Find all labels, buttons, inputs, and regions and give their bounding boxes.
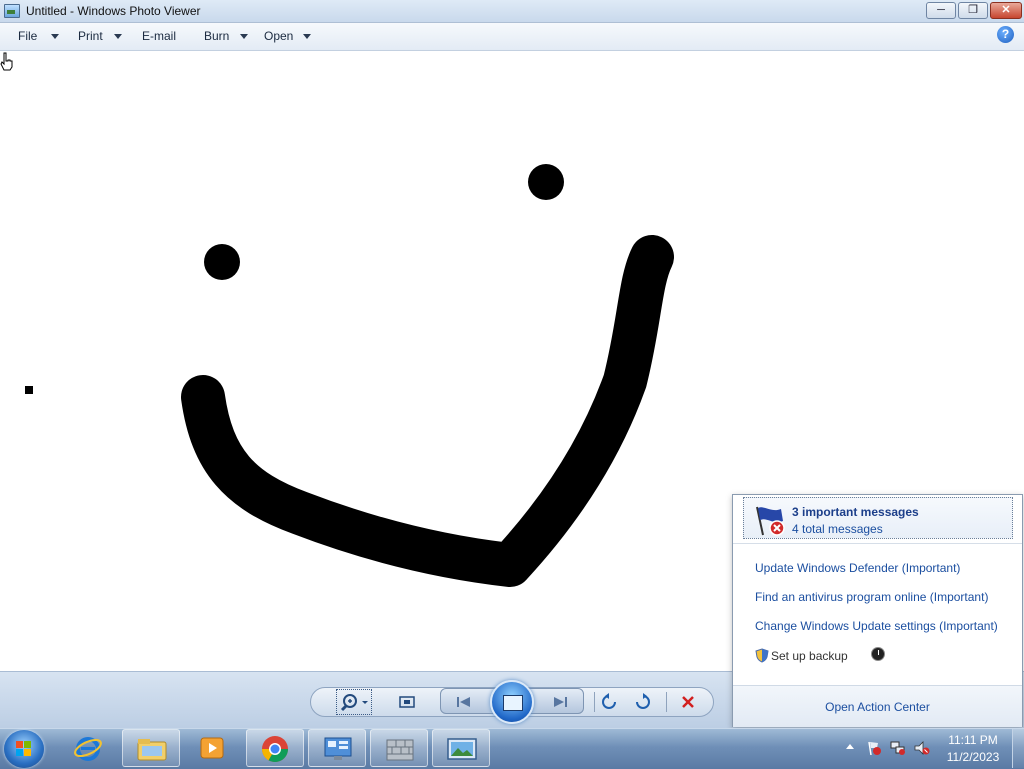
minimize-button[interactable]: ─	[926, 2, 956, 19]
taskbar-clock-time[interactable]: 11:11 PM	[940, 733, 1006, 747]
actual-size-button[interactable]	[396, 690, 418, 714]
previous-button[interactable]	[450, 690, 478, 714]
title-bar: Untitled - Windows Photo Viewer ─ ❐ ✕	[0, 0, 1024, 23]
start-button[interactable]	[4, 730, 44, 768]
brick-wall-icon	[386, 739, 414, 761]
media-player-icon	[200, 737, 224, 759]
taskbar-clock-date[interactable]: 11/2/2023	[940, 750, 1006, 764]
divider	[594, 692, 595, 712]
delete-x-icon	[682, 696, 694, 708]
right-eye-dot	[528, 164, 564, 200]
chevron-down-icon[interactable]	[51, 34, 59, 39]
taskbar-media-player[interactable]	[184, 729, 242, 767]
update-defender-link[interactable]: Update Windows Defender (Important)	[755, 561, 960, 575]
close-button[interactable]: ✕	[990, 2, 1022, 19]
action-center-flag-icon	[756, 506, 785, 536]
menu-burn[interactable]: Burn	[204, 29, 229, 43]
menu-open[interactable]: Open	[264, 29, 293, 43]
find-antivirus-link[interactable]: Find an antivirus program online (Import…	[755, 590, 988, 604]
action-center-popup: 3 important messages 4 total messages Up…	[732, 494, 1023, 727]
divider	[666, 692, 667, 712]
taskbar-internet-explorer[interactable]	[60, 729, 118, 767]
menu-print[interactable]: Print	[78, 29, 103, 43]
photo-viewer-app-icon[interactable]	[4, 4, 20, 18]
control-panel-icon	[324, 737, 352, 760]
window-title: Untitled - Windows Photo Viewer	[26, 4, 201, 18]
taskbar-firewall[interactable]	[370, 729, 428, 767]
help-icon[interactable]: ?	[997, 26, 1014, 43]
volume-muted-tray-icon[interactable]	[914, 741, 930, 755]
internet-explorer-icon	[74, 737, 102, 761]
next-button[interactable]	[546, 690, 574, 714]
total-messages-subtitle: 4 total messages	[792, 522, 883, 536]
restore-button[interactable]: ❐	[958, 2, 988, 19]
chrome-icon	[261, 736, 289, 763]
show-desktop-button[interactable]	[1012, 729, 1024, 768]
stray-pixel	[25, 386, 33, 394]
network-tray-icon[interactable]	[890, 741, 906, 755]
delete-button[interactable]	[676, 690, 700, 714]
magnifier-icon	[340, 694, 368, 712]
backup-clock-icon	[871, 647, 885, 661]
taskbar-photo-viewer[interactable]	[432, 729, 490, 767]
important-messages-title: 3 important messages	[792, 505, 919, 519]
windows-update-settings-link[interactable]: Change Windows Update settings (Importan…	[755, 619, 998, 633]
taskbar-control-panel[interactable]	[308, 729, 366, 767]
menu-file[interactable]: File	[18, 29, 37, 43]
folder-icon	[137, 739, 167, 761]
photo-viewer-icon	[447, 738, 477, 760]
fit-window-icon	[399, 696, 415, 708]
windows-logo-icon	[16, 741, 32, 757]
uac-shield-icon	[755, 648, 769, 663]
skip-next-icon	[554, 697, 567, 707]
set-up-backup-link[interactable]: Set up backup	[771, 649, 848, 663]
chevron-down-icon[interactable]	[303, 34, 311, 39]
left-eye-dot	[204, 244, 240, 280]
action-center-tray-icon[interactable]	[866, 741, 882, 755]
smile-stroke	[181, 235, 674, 587]
rotate-clockwise-icon	[636, 693, 650, 709]
chevron-down-icon[interactable]	[114, 34, 122, 39]
open-action-center-link[interactable]: Open Action Center	[733, 700, 1022, 714]
show-hidden-icons-arrow[interactable]	[846, 744, 854, 749]
slideshow-button[interactable]	[490, 680, 534, 724]
rotate-clockwise-button[interactable]	[632, 690, 654, 714]
skip-previous-icon	[457, 697, 470, 707]
taskbar-file-explorer[interactable]	[122, 729, 180, 767]
slideshow-icon	[503, 695, 523, 711]
menu-bar: File Print E-mail Burn Open ?	[0, 23, 1024, 51]
action-center-footer: Open Action Center	[733, 685, 1022, 727]
hand-cursor-icon	[0, 52, 13, 71]
rotate-counterclockwise-button[interactable]	[598, 690, 620, 714]
zoom-button[interactable]	[336, 689, 372, 715]
taskbar-chrome[interactable]	[246, 729, 304, 767]
chevron-down-icon[interactable]	[240, 34, 248, 39]
menu-email[interactable]: E-mail	[142, 29, 176, 43]
rotate-counterclockwise-icon	[602, 693, 616, 709]
divider	[733, 543, 1022, 544]
